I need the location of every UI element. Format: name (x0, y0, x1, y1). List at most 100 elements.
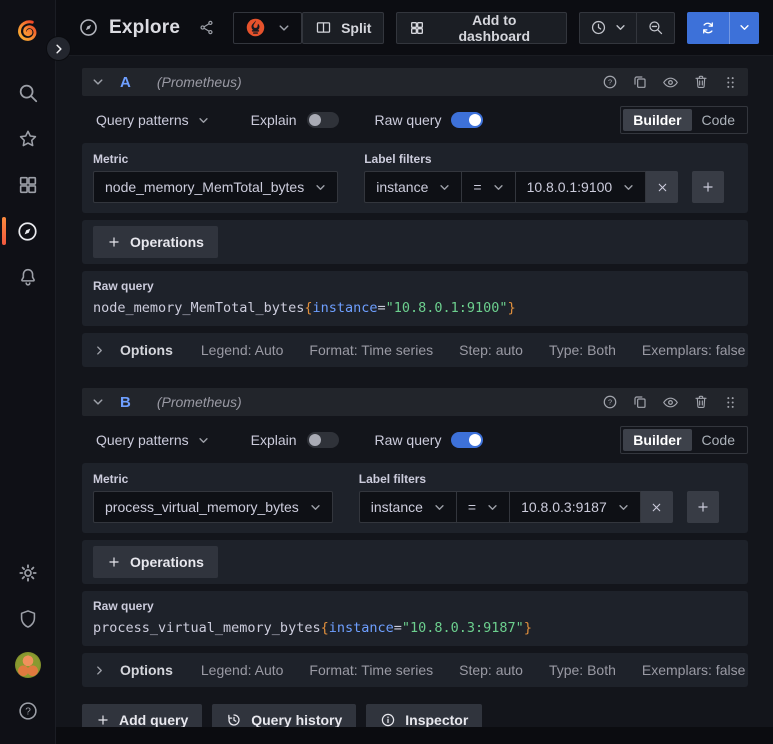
split-button[interactable]: Split (302, 11, 385, 44)
raw-metric-token: node_memory_MemTotal_bytes (93, 300, 305, 316)
query-panel-a: A (Prometheus) ? Query patterns Explain (82, 68, 748, 367)
copy-icon[interactable] (632, 74, 648, 90)
query-patterns-label: Query patterns (96, 112, 189, 128)
add-filter-button[interactable] (692, 171, 725, 203)
query-patterns-dropdown[interactable]: Query patterns (96, 112, 209, 128)
sync-icon (687, 12, 729, 44)
close-icon (656, 181, 669, 194)
compass-icon (16, 220, 39, 243)
page-title: Explore (109, 16, 181, 38)
sidebar-item-profile[interactable] (0, 642, 55, 688)
query-header[interactable]: B (Prometheus) ? (82, 388, 748, 416)
split-icon (315, 19, 332, 36)
metric-select[interactable]: process_virtual_memory_bytes (93, 491, 333, 523)
options-section[interactable]: Options Legend: Auto Format: Time series… (82, 653, 748, 687)
add-to-dashboard-button[interactable]: Add to dashboard (396, 11, 568, 44)
copy-icon[interactable] (632, 394, 648, 410)
filter-value-select[interactable]: 10.8.0.3:9187 (509, 491, 641, 523)
add-operations-button[interactable]: Operations (93, 226, 218, 258)
search-minus-icon (647, 19, 664, 36)
builder-mode-button[interactable]: Builder (623, 109, 692, 131)
add-filter-button[interactable] (686, 491, 719, 523)
query-editor-toolbar: Query patterns Explain Raw query Builder… (82, 104, 748, 136)
chevron-down-icon[interactable] (729, 11, 759, 44)
add-operations-button[interactable]: Operations (93, 546, 218, 578)
help-circle-icon[interactable]: ? (602, 74, 618, 90)
drag-handle-icon[interactable] (723, 395, 738, 410)
query-panel-b: B (Prometheus) ? Query patterns Explain (82, 388, 748, 687)
trash-icon[interactable] (693, 394, 709, 410)
sidebar-item-dashboards[interactable] (0, 162, 55, 208)
remove-filter-button[interactable] (646, 171, 679, 203)
share-icon[interactable] (198, 19, 215, 36)
operations-section: Operations (82, 220, 748, 264)
add-query-label: Add query (119, 712, 189, 727)
inspector-button[interactable]: Inspector (366, 704, 483, 727)
plus-icon (96, 713, 110, 727)
raw-query-toggle[interactable] (451, 112, 484, 128)
clock-icon (590, 19, 607, 36)
gear-icon (17, 562, 39, 584)
code-mode-button[interactable]: Code (692, 109, 745, 131)
sidebar-item-server-admin[interactable] (0, 596, 55, 642)
filter-operator-select[interactable]: = (461, 171, 516, 203)
raw-label-token: instance (328, 620, 394, 636)
eye-icon[interactable] (662, 394, 679, 411)
sidebar-expand-button[interactable] (46, 36, 71, 61)
options-type: Type: Both (548, 342, 616, 358)
sidebar-item-alerting[interactable] (0, 254, 55, 300)
raw-query-section: Raw query node_memory_MemTotal_bytes{ins… (82, 271, 748, 326)
remove-filter-button[interactable] (640, 491, 673, 523)
sidebar-item-help[interactable]: ? (0, 688, 55, 734)
raw-metric-token: process_virtual_memory_bytes (93, 620, 321, 636)
options-section[interactable]: Options Legend: Auto Format: Time series… (82, 333, 748, 367)
builder-mode-button[interactable]: Builder (623, 429, 692, 451)
code-mode-button[interactable]: Code (692, 429, 745, 451)
explain-toggle[interactable] (306, 112, 339, 128)
prometheus-icon (245, 17, 266, 38)
chevron-right-icon (53, 43, 65, 55)
trash-icon[interactable] (693, 74, 709, 90)
run-query-button[interactable] (687, 11, 759, 44)
help-circle-icon[interactable]: ? (602, 394, 618, 410)
datasource-picker[interactable] (233, 11, 303, 44)
zoom-out-time-button[interactable] (636, 12, 674, 43)
sidebar-item-explore[interactable] (0, 208, 55, 254)
raw-open-brace-token: { (320, 620, 329, 636)
query-ref-id: A (120, 73, 131, 91)
shield-icon (17, 608, 39, 630)
raw-query-label: Raw query (374, 432, 442, 448)
raw-close-brace-token: } (507, 300, 516, 316)
metric-select[interactable]: node_memory_MemTotal_bytes (93, 171, 339, 203)
inspector-label: Inspector (405, 712, 469, 727)
raw-query-toggle[interactable] (451, 432, 484, 448)
sidebar-item-starred[interactable] (0, 116, 55, 162)
filter-value-select[interactable]: 10.8.0.1:9100 (514, 171, 647, 203)
filter-key-select[interactable]: instance (358, 491, 457, 523)
query-header[interactable]: A (Prometheus) ? (82, 68, 748, 96)
page-title-group: Explore (78, 17, 215, 39)
filter-operator-select[interactable]: = (455, 491, 511, 523)
eye-icon[interactable] (662, 74, 679, 91)
metric-field: Metric process_virtual_memory_bytes (93, 472, 333, 523)
add-query-button[interactable]: Add query (82, 704, 203, 727)
query-patterns-dropdown[interactable]: Query patterns (96, 432, 209, 448)
options-type: Type: Both (548, 662, 616, 678)
drag-handle-icon[interactable] (723, 75, 738, 90)
topbar: Explore Split Add to dashboard (56, 0, 773, 56)
time-range-picker[interactable] (580, 13, 636, 43)
explain-toggle[interactable] (306, 432, 339, 448)
options-exemplars: Exemplars: false (641, 342, 746, 358)
filter-key-select[interactable]: instance (364, 171, 463, 203)
sidebar-item-search[interactable] (0, 70, 55, 116)
chevron-down-icon (434, 502, 445, 513)
sidebar-item-settings[interactable] (0, 550, 55, 596)
raw-close-brace-token: } (523, 620, 532, 636)
options-step: Step: auto (459, 342, 523, 358)
plus-icon (107, 235, 121, 249)
query-editor-toolbar: Query patterns Explain Raw query Builder… (82, 424, 748, 456)
chevron-down-icon (198, 435, 209, 446)
help-circle-icon: ? (17, 700, 39, 722)
query-history-button[interactable]: Query history (212, 704, 357, 727)
raw-equals-token: = (377, 300, 386, 316)
